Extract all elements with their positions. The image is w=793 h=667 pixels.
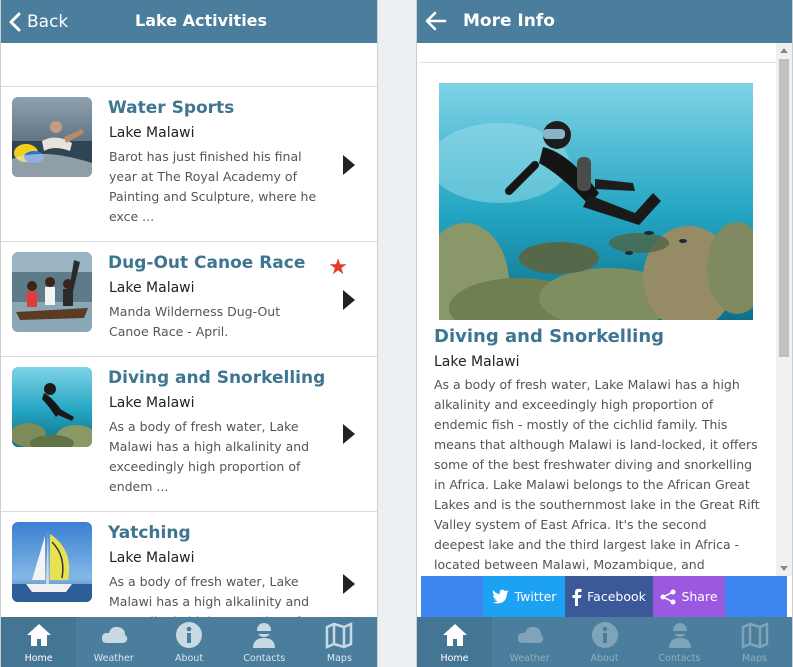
list-item[interactable]: Diving and Snorkelling Lake Malawi As a …: [1, 357, 377, 512]
list-item[interactable]: Water Sports Lake Malawi Barot has just …: [1, 87, 377, 242]
home-icon: [442, 624, 467, 646]
header-bar: Back Lake Activities: [1, 0, 377, 43]
share-bar: Twitter Facebook Share: [421, 576, 787, 617]
lake-activities-screen: Back Lake Activities Water Sports Lake M…: [0, 0, 378, 667]
share-icon: [660, 589, 676, 604]
tab-about[interactable]: About: [567, 617, 642, 667]
tab-maps[interactable]: Maps: [302, 617, 377, 667]
chevron-right-icon: [343, 290, 355, 310]
item-title: Dug-Out Canoe Race: [108, 253, 306, 273]
tab-label: About: [174, 653, 204, 664]
back-label: Back: [27, 12, 69, 32]
map-icon: [741, 622, 768, 649]
twitter-label: Twitter: [514, 589, 557, 604]
header-bar: More Info: [417, 0, 792, 43]
home-icon: [26, 624, 51, 646]
tab-weather[interactable]: Weather: [76, 617, 151, 667]
app-stage: Back Lake Activities Water Sports Lake M…: [0, 0, 793, 667]
item-title: Water Sports: [108, 98, 235, 118]
tab-home[interactable]: Home: [1, 617, 77, 667]
tab-label: Contacts: [243, 653, 286, 664]
facebook-label: Facebook: [587, 589, 646, 604]
activity-list[interactable]: Water Sports Lake Malawi Barot has just …: [1, 86, 377, 617]
tab-label: About: [590, 653, 619, 664]
more-info-screen: More Info Diving and Snorkelling Lake Ma…: [416, 0, 793, 667]
chevron-right-icon: [343, 155, 355, 175]
facebook-button[interactable]: Facebook: [565, 576, 653, 617]
cloud-icon: [517, 626, 543, 643]
item-title: Diving and Snorkelling: [108, 368, 326, 388]
info-icon: [176, 622, 202, 648]
item-subtitle: Lake Malawi: [109, 550, 195, 566]
item-subtitle: Lake Malawi: [109, 395, 195, 411]
page-title: More Info: [463, 11, 555, 31]
water-sports-photo: [12, 97, 92, 177]
tab-about[interactable]: About: [151, 617, 226, 667]
bottom-tab-bar: Home Weather About Contacts Maps: [1, 617, 377, 667]
list-item[interactable]: Yatching Lake Malawi As a body of fresh …: [1, 512, 377, 617]
back-button[interactable]: Back: [9, 9, 68, 35]
diving-photo: [12, 367, 92, 447]
yacht-photo: [12, 522, 92, 602]
scroll-up-arrow-icon[interactable]: [780, 48, 788, 53]
chevron-right-icon: [343, 424, 355, 444]
tab-weather[interactable]: Weather: [492, 617, 567, 667]
twitter-icon: [491, 589, 509, 604]
detail-subtitle: Lake Malawi: [434, 354, 520, 370]
item-description: Barot has just finished his final year a…: [109, 149, 317, 224]
favorite-star-icon[interactable]: ★: [328, 256, 348, 278]
tab-home[interactable]: Home: [417, 617, 492, 667]
tab-label: Home: [440, 653, 469, 664]
diving-hero-photo: [439, 83, 753, 320]
tab-label: Weather: [93, 653, 134, 664]
cloud-icon: [101, 626, 128, 643]
list-item[interactable]: Dug-Out Canoe Race ★ Lake Malawi Manda W…: [1, 242, 377, 357]
arrow-left-icon[interactable]: [425, 10, 447, 32]
scrollbar-thumb[interactable]: [779, 59, 789, 357]
tab-label: Maps: [326, 653, 352, 664]
item-subtitle: Lake Malawi: [109, 280, 195, 296]
tab-maps[interactable]: Maps: [717, 617, 792, 667]
item-description: As a body of fresh water, Lake Malawi ha…: [109, 419, 310, 494]
canoe-race-photo: [12, 252, 92, 332]
item-description: Manda Wilderness Dug-Out Canoe Race - Ap…: [109, 304, 281, 339]
facebook-icon: [572, 588, 582, 606]
info-icon: [591, 622, 618, 648]
tab-label: Weather: [509, 653, 550, 664]
detail-title: Diving and Snorkelling: [434, 326, 665, 347]
tab-label: Contacts: [658, 653, 701, 664]
detail-body: As a body of fresh water, Lake Malawi ha…: [434, 377, 760, 592]
item-subtitle: Lake Malawi: [109, 125, 195, 141]
person-icon: [668, 623, 691, 648]
vertical-scrollbar[interactable]: [776, 43, 792, 576]
chevron-right-icon: [343, 574, 355, 594]
chevron-left-icon: [9, 12, 21, 32]
twitter-button[interactable]: Twitter: [483, 576, 565, 617]
tab-contacts[interactable]: Contacts: [227, 617, 302, 667]
map-icon: [326, 622, 353, 649]
scroll-down-arrow-icon[interactable]: [780, 566, 788, 571]
page-title: Lake Activities: [135, 11, 268, 30]
tab-label: Maps: [742, 653, 767, 664]
share-button[interactable]: Share: [653, 576, 725, 617]
tab-label: Home: [24, 653, 53, 664]
item-title: Yatching: [108, 523, 191, 543]
person-icon: [253, 623, 276, 648]
item-description: As a body of fresh water, Lake Malawi ha…: [109, 574, 310, 617]
share-label: Share: [681, 589, 718, 604]
tab-contacts[interactable]: Contacts: [642, 617, 717, 667]
bottom-tab-bar: Home Weather About Contacts Maps: [417, 617, 792, 667]
detail-scroll-area[interactable]: Diving and Snorkelling Lake Malawi As a …: [417, 43, 776, 617]
